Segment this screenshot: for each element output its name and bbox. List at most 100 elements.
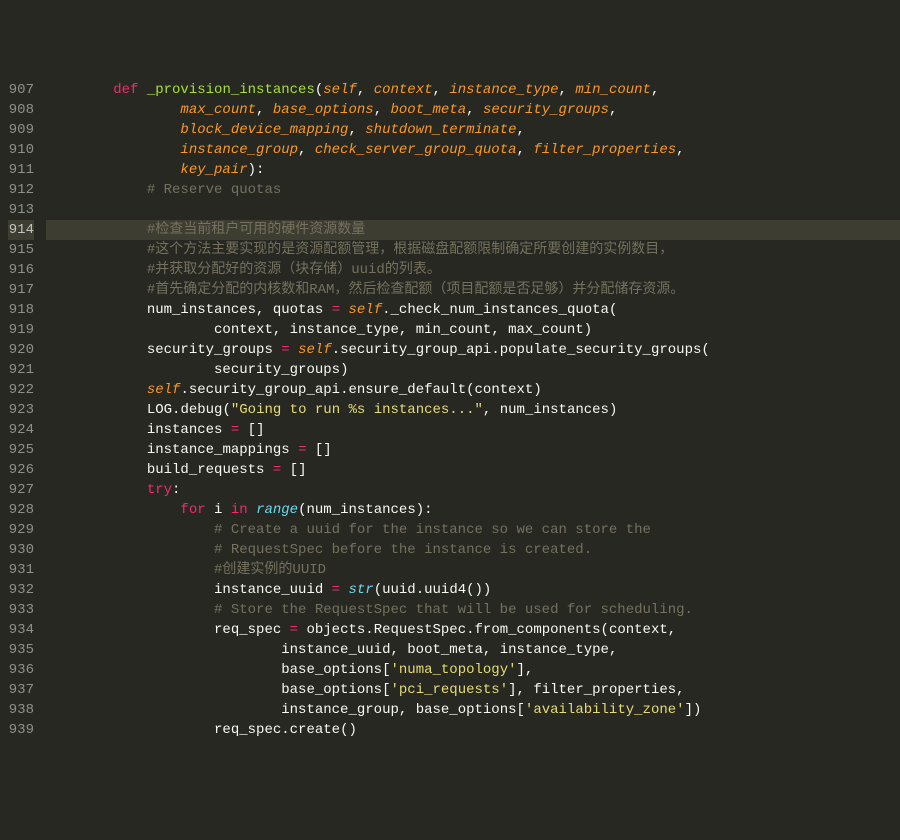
code-line[interactable]: base_options['numa_topology'], xyxy=(46,660,900,680)
token-str: "Going to run %s instances..." xyxy=(231,402,483,418)
line-number: 912 xyxy=(8,180,34,200)
code-line[interactable]: # Create a uuid for the instance so we c… xyxy=(46,520,900,540)
token-id: filter_properties xyxy=(533,682,676,698)
token-id: populate_security_groups xyxy=(500,342,702,358)
token-id: num_instances xyxy=(147,302,256,318)
token-id: create xyxy=(290,722,340,738)
line-number: 935 xyxy=(8,640,34,660)
line-number: 910 xyxy=(8,140,34,160)
token-pn: , xyxy=(399,322,416,338)
code-line[interactable]: self.security_group_api.ensure_default(c… xyxy=(46,380,900,400)
token-pn xyxy=(273,342,281,358)
token-pn: , xyxy=(609,642,617,658)
code-line[interactable]: req_spec = objects.RequestSpec.from_comp… xyxy=(46,620,900,640)
token-pn: ): xyxy=(248,162,265,178)
code-line[interactable]: #检查当前租户可用的硬件资源数量 xyxy=(46,220,900,240)
code-line[interactable]: req_spec.create() xyxy=(46,720,900,740)
token-pn: ( xyxy=(701,342,709,358)
token-id: _check_num_instances_quota xyxy=(391,302,609,318)
token-id: instance_type xyxy=(500,642,609,658)
token-id: instance_uuid xyxy=(214,582,323,598)
code-line[interactable]: num_instances, quotas = self._check_num_… xyxy=(46,300,900,320)
line-number: 926 xyxy=(8,460,34,480)
token-prm: block_device_mapping xyxy=(180,122,348,138)
code-line[interactable]: #创建实例的UUID xyxy=(46,560,900,580)
token-pn: . xyxy=(382,302,390,318)
code-line[interactable]: instance_mappings = [] xyxy=(46,440,900,460)
token-prm: filter_properties xyxy=(533,142,676,158)
token-prm: self xyxy=(298,342,332,358)
code-line[interactable]: #这个方法主要实现的是资源配额管理，根据磁盘配额限制确定所要创建的实例数目， xyxy=(46,240,900,260)
line-number-gutter: 9079089099109119129139149159169179189199… xyxy=(0,80,46,740)
token-cmt: # Store the RequestSpec that will be use… xyxy=(214,602,693,618)
token-pn: ( xyxy=(298,502,306,518)
code-line[interactable] xyxy=(46,200,900,220)
code-line[interactable]: security_groups) xyxy=(46,360,900,380)
token-pn: , xyxy=(256,302,273,318)
code-line[interactable]: # Reserve quotas xyxy=(46,180,900,200)
code-line[interactable]: #首先确定分配的内核数和RAM，然后检查配额（项目配额是否足够）并分配储存资源。 xyxy=(46,280,900,300)
token-pn: , xyxy=(483,642,500,658)
token-id: context xyxy=(214,322,273,338)
code-line[interactable]: # Store the RequestSpec that will be use… xyxy=(46,600,900,620)
token-pn: , xyxy=(298,142,315,158)
code-line[interactable]: max_count, base_options, boot_meta, secu… xyxy=(46,100,900,120)
code-line[interactable]: block_device_mapping, shutdown_terminate… xyxy=(46,120,900,140)
line-number: 917 xyxy=(8,280,34,300)
line-number: 923 xyxy=(8,400,34,420)
token-pn: , xyxy=(609,102,617,118)
token-cmt: #这个方法主要实现的是资源配额管理，根据磁盘配额限制确定所要创建的实例数目， xyxy=(147,242,673,258)
line-number: 930 xyxy=(8,540,34,560)
token-id: instance_group xyxy=(281,702,399,718)
token-pn: , xyxy=(273,322,290,338)
token-pn: . xyxy=(491,342,499,358)
token-id: security_group_api xyxy=(189,382,340,398)
code-line[interactable]: base_options['pci_requests'], filter_pro… xyxy=(46,680,900,700)
token-fn: _provision_instances xyxy=(147,82,315,98)
line-number: 911 xyxy=(8,160,34,180)
token-pn xyxy=(222,422,230,438)
line-number: 937 xyxy=(8,680,34,700)
code-line[interactable]: instance_uuid, boot_meta, instance_type, xyxy=(46,640,900,660)
token-prm: check_server_group_quota xyxy=(315,142,517,158)
token-pn: . xyxy=(281,722,289,738)
line-number: 939 xyxy=(8,720,34,740)
token-cmt: #并获取分配好的资源（块存储）uuid的列表。 xyxy=(147,262,441,278)
token-pn: , xyxy=(651,82,659,98)
code-editor[interactable]: 9079089099109119129139149159169179189199… xyxy=(0,80,900,740)
line-number: 927 xyxy=(8,480,34,500)
token-pn xyxy=(206,502,214,518)
line-number: 925 xyxy=(8,440,34,460)
code-line[interactable]: key_pair): xyxy=(46,160,900,180)
line-number: 932 xyxy=(8,580,34,600)
token-id: num_instances xyxy=(500,402,609,418)
token-prm: instance_group xyxy=(180,142,298,158)
code-line[interactable]: #并获取分配好的资源（块存储）uuid的列表。 xyxy=(46,260,900,280)
token-pn: [] xyxy=(281,462,306,478)
code-line[interactable]: instance_uuid = str(uuid.uuid4()) xyxy=(46,580,900,600)
code-line[interactable]: build_requests = [] xyxy=(46,460,900,480)
token-pn: . xyxy=(365,622,373,638)
token-pn: [] xyxy=(239,422,264,438)
code-line[interactable]: LOG.debug("Going to run %s instances..."… xyxy=(46,400,900,420)
code-area[interactable]: def _provision_instances(self, context, … xyxy=(46,80,900,740)
line-number: 936 xyxy=(8,660,34,680)
token-prm: min_count xyxy=(575,82,651,98)
code-line[interactable]: instance_group, base_options['availabili… xyxy=(46,700,900,720)
code-line[interactable]: instances = [] xyxy=(46,420,900,440)
token-pn: ( xyxy=(609,302,617,318)
token-pn xyxy=(323,302,331,318)
code-line[interactable]: # RequestSpec before the instance is cre… xyxy=(46,540,900,560)
token-cmt: # Reserve quotas xyxy=(147,182,281,198)
token-pn: ) xyxy=(533,382,541,398)
line-number: 918 xyxy=(8,300,34,320)
code-line[interactable]: try: xyxy=(46,480,900,500)
code-line[interactable]: security_groups = self.security_group_ap… xyxy=(46,340,900,360)
token-id: context xyxy=(609,622,668,638)
code-line[interactable]: context, instance_type, min_count, max_c… xyxy=(46,320,900,340)
code-line[interactable]: instance_group, check_server_group_quota… xyxy=(46,140,900,160)
code-line[interactable]: for i in range(num_instances): xyxy=(46,500,900,520)
token-pn xyxy=(340,302,348,318)
code-line[interactable]: def _provision_instances(self, context, … xyxy=(46,80,900,100)
token-id: boot_meta xyxy=(407,642,483,658)
